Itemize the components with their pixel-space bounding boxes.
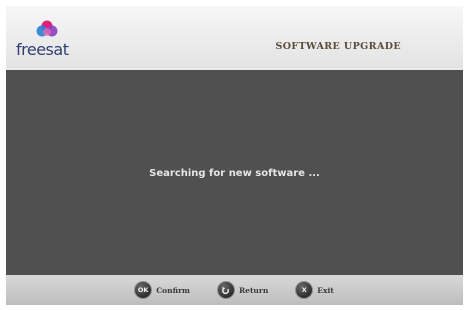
freesat-logo-icon xyxy=(36,20,58,37)
key-legend: OK Confirm Return X Exit xyxy=(6,275,463,305)
confirm-label: Confirm xyxy=(156,285,190,295)
freesat-logo: freesat xyxy=(16,20,76,64)
exit-x-icon: X xyxy=(296,282,313,298)
page-title: SOFTWARE UPGRADE xyxy=(275,41,401,52)
exit-glyph: X xyxy=(301,285,307,294)
return-key[interactable]: Return xyxy=(217,282,269,298)
tv-screen: freesat SOFTWARE UPGRADE Searching for n… xyxy=(6,6,463,305)
footer-bar: OK Confirm Return X Exit xyxy=(6,275,463,305)
header-bar: freesat SOFTWARE UPGRADE xyxy=(6,6,463,68)
ok-button-icon: OK xyxy=(135,282,152,298)
status-message: Searching for new software ... xyxy=(149,168,320,179)
logo-wordmark: freesat xyxy=(16,40,69,59)
main-panel: Searching for new software ... xyxy=(6,70,463,275)
return-arrow-icon xyxy=(217,282,234,298)
exit-label: Exit xyxy=(317,285,334,295)
confirm-key[interactable]: OK Confirm xyxy=(135,282,190,298)
exit-key[interactable]: X Exit xyxy=(296,282,334,298)
ok-glyph: OK xyxy=(137,285,149,294)
return-label: Return xyxy=(238,285,269,295)
